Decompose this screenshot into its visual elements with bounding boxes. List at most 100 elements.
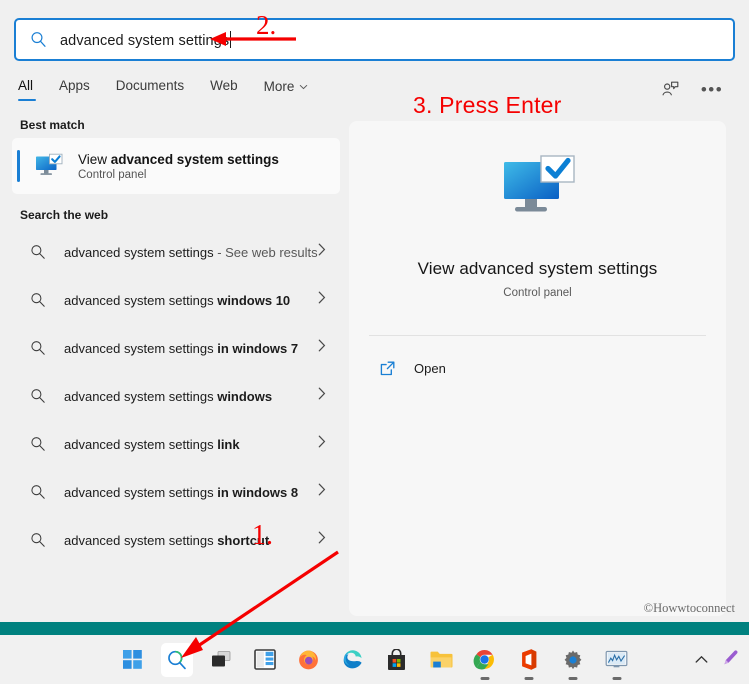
web-suggestion-row[interactable]: advanced system settings windows 10: [0, 276, 348, 324]
show-hidden-icons-chevron-up-icon[interactable]: [695, 651, 708, 669]
search-icon: [30, 31, 47, 48]
settings-icon[interactable]: [557, 643, 589, 677]
web-suggestions-list: advanced system settings - See web resul…: [0, 228, 348, 564]
feedback-person-icon[interactable]: [659, 79, 681, 101]
web-suggestion-normal: advanced system settings: [64, 389, 217, 404]
web-suggestion-text: advanced system settings in windows 7: [64, 339, 322, 358]
tab-web[interactable]: Web: [197, 76, 251, 103]
search-taskbar-icon[interactable]: [161, 643, 193, 677]
web-suggestion-text: advanced system settings windows: [64, 387, 322, 406]
filter-tabs-row: All Apps Documents Web More •••: [0, 76, 749, 112]
preview-icon-wrap: [349, 153, 726, 228]
tab-documents-label: Documents: [116, 78, 184, 93]
pen-stylus-icon[interactable]: [722, 649, 739, 671]
tab-more[interactable]: More: [251, 76, 322, 104]
system-settings-monitor-icon: [499, 153, 577, 228]
web-suggestion-text: advanced system settings - See web resul…: [64, 243, 322, 262]
best-match-text-block: View advanced system settings Control pa…: [78, 151, 279, 181]
chevron-right-icon: [318, 291, 326, 309]
best-match-title-prefix: View: [78, 152, 111, 167]
web-suggestion-bold: in windows 8: [217, 485, 298, 500]
tab-apps[interactable]: Apps: [46, 76, 103, 103]
search-icon: [30, 436, 46, 452]
web-suggestion-normal: advanced system settings: [64, 341, 217, 356]
web-suggestion-normal: advanced system settings: [64, 485, 217, 500]
watermark-text: ©Howwtoconnect: [644, 601, 735, 616]
running-indicator: [480, 677, 489, 680]
web-suggestion-text: advanced system settings in windows 8: [64, 483, 322, 502]
chevron-right-icon: [318, 387, 326, 405]
tab-web-label: Web: [210, 78, 238, 93]
web-suggestion-text: advanced system settings link: [64, 435, 322, 454]
search-query-text: advanced system settings: [60, 33, 229, 49]
microsoft-store-icon[interactable]: [381, 643, 413, 677]
running-indicator: [612, 677, 621, 680]
web-suggestion-normal: advanced system settings: [64, 293, 217, 308]
preview-subtitle: Control panel: [349, 287, 726, 299]
widgets-icon[interactable]: [249, 643, 281, 677]
firefox-icon[interactable]: [293, 643, 325, 677]
preview-title: View advanced system settings: [349, 259, 726, 279]
taskbar: [0, 635, 749, 684]
windows-search-screen: advanced system settings All Apps Docume…: [0, 0, 749, 684]
chevron-right-icon: [318, 339, 326, 357]
external-link-icon: [379, 360, 396, 377]
web-suggestion-normal: advanced system settings: [64, 437, 217, 452]
tab-more-label: More: [264, 79, 295, 94]
chrome-icon[interactable]: [469, 643, 501, 677]
task-view-icon[interactable]: [205, 643, 237, 677]
web-suggestion-row[interactable]: advanced system settings in windows 7: [0, 324, 348, 372]
search-icon: [30, 292, 46, 308]
tab-documents[interactable]: Documents: [103, 76, 197, 103]
preview-open-action[interactable]: Open: [365, 348, 710, 388]
web-suggestion-row[interactable]: advanced system settings in windows 8: [0, 468, 348, 516]
edge-icon[interactable]: [337, 643, 369, 677]
best-match-result-row[interactable]: View advanced system settings Control pa…: [12, 138, 340, 194]
best-match-title-bold: advanced system settings: [111, 152, 279, 167]
tab-all[interactable]: All: [14, 76, 46, 103]
search-icon: [30, 340, 46, 356]
web-suggestion-bold: link: [217, 437, 239, 452]
results-list-column: Best match View advanced system settings: [0, 118, 348, 616]
web-suggestion-muted: - See web results: [214, 245, 318, 260]
web-suggestion-row[interactable]: advanced system settings link: [0, 420, 348, 468]
web-suggestion-row[interactable]: advanced system settings windows: [0, 372, 348, 420]
web-suggestion-text: advanced system settings windows 10: [64, 291, 322, 310]
search-icon: [30, 388, 46, 404]
web-suggestion-bold: windows 10: [217, 293, 290, 308]
desktop-background-strip: [0, 622, 749, 635]
preview-panel: View advanced system settings Control pa…: [349, 121, 726, 616]
web-suggestion-row[interactable]: advanced system settings - See web resul…: [0, 228, 348, 276]
chevron-right-icon: [318, 483, 326, 501]
running-indicator: [524, 677, 533, 680]
office-icon[interactable]: [513, 643, 545, 677]
web-suggestion-bold: windows: [217, 389, 272, 404]
best-match-title: View advanced system settings: [78, 151, 279, 168]
tab-apps-label: Apps: [59, 78, 90, 93]
filter-tabs: All Apps Documents Web More: [14, 76, 321, 104]
web-suggestion-normal: advanced system settings: [64, 245, 214, 260]
file-explorer-icon[interactable]: [425, 643, 457, 677]
web-suggestion-row[interactable]: advanced system settings shortcut: [0, 516, 348, 564]
web-suggestion-bold: in windows 7: [217, 341, 298, 356]
search-icon: [30, 484, 46, 500]
more-options-ellipsis-icon[interactable]: •••: [701, 79, 723, 101]
chevron-right-icon: [318, 435, 326, 453]
system-settings-monitor-icon: [34, 151, 64, 181]
best-match-subtitle: Control panel: [78, 169, 279, 181]
search-web-section-label: Search the web: [0, 208, 348, 222]
taskbar-tray: [695, 635, 739, 684]
tab-all-label: All: [18, 78, 33, 93]
web-suggestion-normal: advanced system settings: [64, 533, 217, 548]
start-button-icon[interactable]: [117, 643, 149, 677]
search-icon: [30, 244, 46, 260]
task-manager-icon[interactable]: [601, 643, 633, 677]
chevron-right-icon: [318, 531, 326, 549]
preview-divider: [369, 335, 706, 336]
filter-tabs-actions: •••: [659, 79, 723, 101]
web-suggestion-text: advanced system settings shortcut: [64, 531, 322, 550]
search-box-container: advanced system settings: [14, 18, 735, 61]
text-caret: [230, 31, 231, 48]
search-input[interactable]: advanced system settings: [14, 18, 735, 61]
search-flyout-panel: advanced system settings All Apps Docume…: [0, 0, 749, 622]
